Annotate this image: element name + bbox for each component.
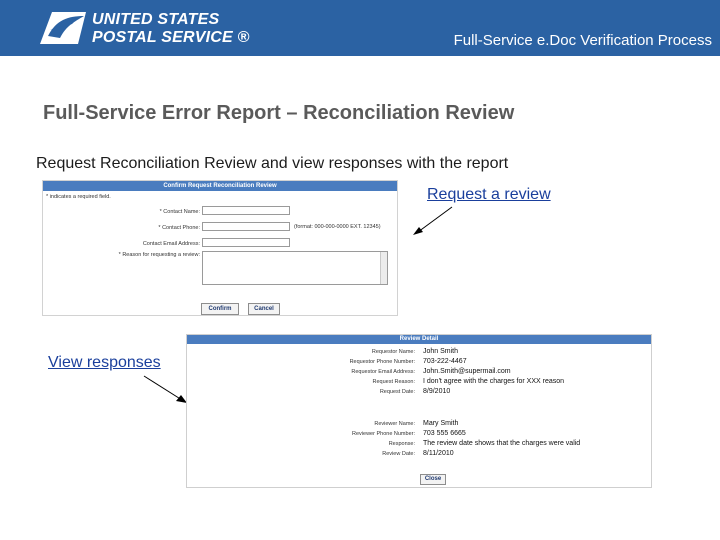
review-detail-title: Review Detail: [187, 335, 651, 344]
request-reason-value: I don't agree with the charges for XXX r…: [423, 378, 565, 385]
contact-phone-label: * Contact Phone:: [158, 225, 200, 231]
reviewer-phone-label: Reviewer Phone Number:: [352, 431, 415, 437]
contact-name-input[interactable]: [202, 206, 290, 215]
required-note: * indicates a required field.: [46, 194, 111, 200]
close-button[interactable]: Close: [420, 474, 446, 485]
reason-scrollbar[interactable]: [380, 252, 387, 284]
request-arrow-icon: [413, 206, 453, 235]
header-title: Full-Service e.Doc Verification Process: [453, 32, 712, 49]
requestor-name-value: John Smith: [423, 348, 459, 355]
form-title: Confirm Request Reconciliation Review: [43, 181, 397, 191]
cancel-button[interactable]: Cancel: [248, 303, 280, 315]
review-date-value: 8/11/2010: [423, 450, 454, 457]
reviewer-name-value: Mary Smith: [423, 420, 459, 427]
eagle-logo-icon: [40, 12, 86, 44]
confirm-button[interactable]: Confirm: [201, 303, 239, 315]
page-subtitle: Request Reconciliation Review and view r…: [36, 155, 509, 172]
requestor-email-value: John.Smith@supermail.com: [423, 368, 511, 375]
request-review-callout[interactable]: Request a review: [427, 186, 551, 204]
contact-phone-input[interactable]: [202, 222, 290, 231]
requestor-email-label: Requestor Email Address:: [351, 369, 415, 375]
response-value: The review date shows that the charges w…: [423, 440, 581, 447]
logo-text-line1: UNITED STATES: [92, 11, 220, 28]
review-date-label: Review Date:: [382, 451, 415, 457]
logo-text-line2: POSTAL SERVICE ®: [92, 29, 250, 46]
reviewer-name-label: Reviewer Name:: [374, 421, 415, 427]
review-detail-panel: Review Detail Requestor Name: John Smith…: [186, 334, 652, 488]
phone-format-hint: (format: 000-000-0000 EXT. 12345): [294, 224, 381, 230]
requestor-phone-label: Requestor Phone Number:: [349, 359, 415, 365]
request-date-label: Request Date:: [379, 389, 415, 395]
request-review-form: Confirm Request Reconciliation Review * …: [42, 180, 398, 316]
request-reason-label: Request Reason:: [372, 379, 416, 385]
request-date-value: 8/9/2010: [423, 388, 451, 395]
contact-email-input[interactable]: [202, 238, 290, 247]
view-arrow-icon: [143, 375, 187, 403]
reason-label: * Reason for requesting a review:: [118, 252, 200, 258]
usps-logo: UNITED STATES POSTAL SERVICE ®: [38, 8, 278, 48]
response-label: Response:: [388, 441, 415, 447]
contact-name-label: * Contact Name:: [159, 209, 200, 215]
view-responses-callout[interactable]: View responses: [48, 354, 161, 372]
reviewer-phone-value: 703 555 6665: [423, 430, 466, 437]
requestor-phone-value: 703-222-4467: [423, 358, 467, 365]
header-bar: UNITED STATES POSTAL SERVICE ® Full-Serv…: [0, 0, 720, 56]
reason-textarea[interactable]: [202, 251, 388, 285]
requestor-name-label: Requestor Name:: [371, 349, 415, 355]
contact-email-label: Contact Email Address:: [142, 241, 200, 247]
page-title: Full-Service Error Report – Reconciliati…: [43, 102, 515, 124]
